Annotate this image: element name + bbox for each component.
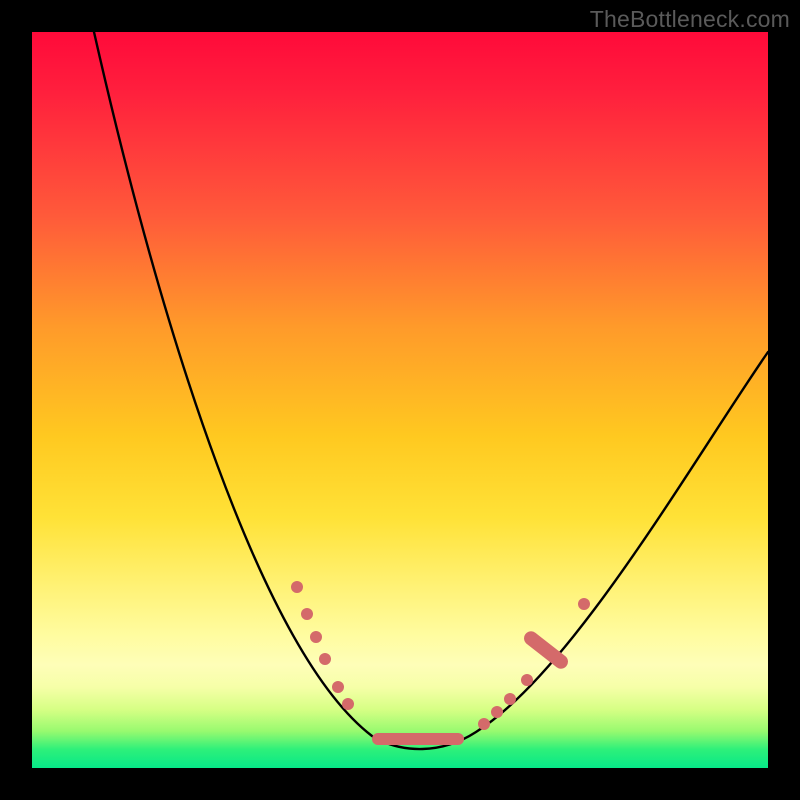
marker-dot	[291, 581, 303, 593]
curve-layer	[32, 32, 768, 768]
marker-dot	[342, 698, 354, 710]
marker-cluster-left	[291, 581, 354, 710]
marker-bottom-segment	[372, 733, 464, 745]
marker-dot	[478, 718, 490, 730]
marker-dot	[491, 706, 503, 718]
marker-dot	[504, 693, 516, 705]
marker-dot	[319, 653, 331, 665]
bottleneck-curve	[94, 32, 768, 749]
marker-dot	[332, 681, 344, 693]
marker-dot	[310, 631, 322, 643]
plot-area	[32, 32, 768, 768]
marker-dot-top-right	[578, 598, 590, 610]
chart-frame: TheBottleneck.com	[0, 0, 800, 800]
watermark-text: TheBottleneck.com	[590, 6, 790, 33]
marker-dot	[521, 674, 533, 686]
marker-dot	[301, 608, 313, 620]
marker-cluster-right	[478, 674, 533, 730]
